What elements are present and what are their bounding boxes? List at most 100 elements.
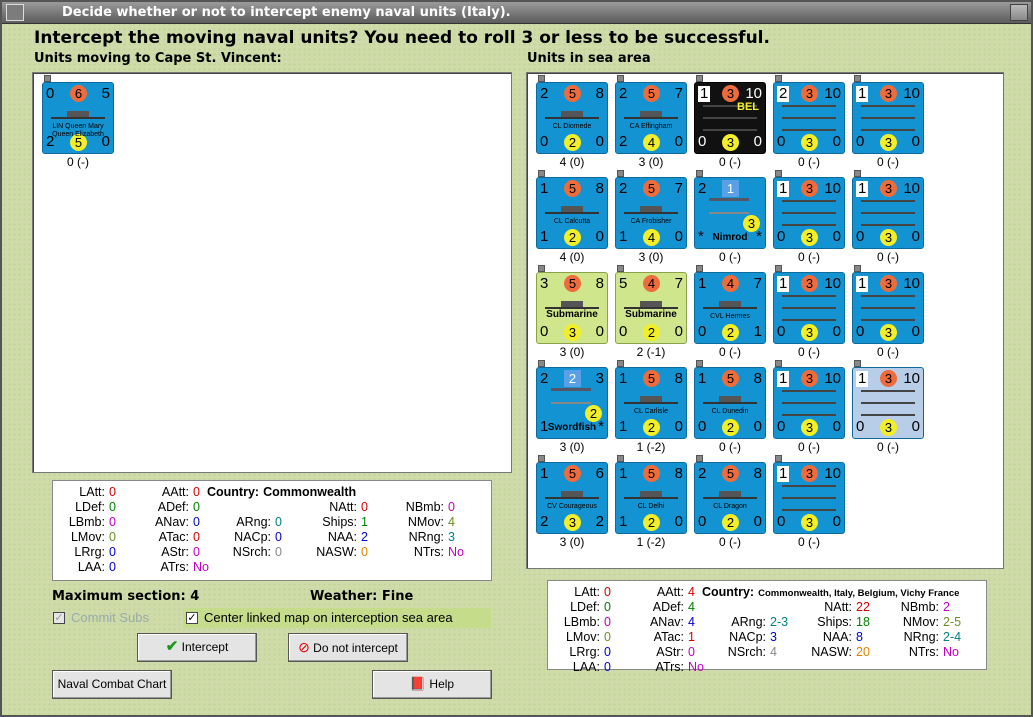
do-not-intercept-button[interactable]: ⊘ Do not intercept	[288, 633, 408, 662]
unit-bottom-left-value: 1	[619, 418, 628, 435]
unit-caption: 3 (0)	[638, 155, 664, 169]
unit-bottom-right-value: 0	[911, 418, 920, 435]
unit-defense-value: 2	[585, 405, 602, 422]
unit-counter[interactable]: 2 8 0 0 5 2 CL Dragon	[694, 462, 766, 534]
unit-caption: 4 (0)	[559, 250, 585, 264]
stat-row: NASW: 20	[806, 645, 870, 659]
stat-value: No	[193, 560, 209, 574]
unit-bottom-left-value: 0	[777, 513, 786, 530]
unit-counter[interactable]: 1 10 0 0 3 3	[773, 367, 845, 439]
stat-value: 0	[604, 660, 611, 674]
ship-silhouette-icon	[782, 222, 836, 226]
unit-counter[interactable]: 1 10 0 0 3 3 BEL	[694, 82, 766, 154]
unit-top-left-value: 2	[698, 465, 707, 482]
unit-attack-value: 3	[801, 275, 818, 292]
unit-counter[interactable]: 1 7 0 1 4 2 CVL Hermes	[694, 272, 766, 344]
unit-counter[interactable]: 1 8 1 0 5 2 CL Carlisle	[615, 367, 687, 439]
unit-counter[interactable]: 2 * * 1 3 Nimrod	[694, 177, 766, 249]
stat-row: AStr: 0	[143, 545, 200, 559]
unit-counter[interactable]: 2 7 2 0 5 4 CA Effingham	[615, 82, 687, 154]
unit-counter[interactable]: 1 8 1 0 5 2 CL Delhi	[615, 462, 687, 534]
unit-bottom-left-value: 0	[777, 228, 786, 245]
stat-value: 20	[856, 645, 870, 659]
naval-combat-chart-button[interactable]: Naval Combat Chart	[52, 670, 172, 699]
unit-top-left-value: 1	[777, 180, 790, 197]
unit-counter[interactable]: 3 8 0 0 5 3 Submarine	[536, 272, 608, 344]
center-map-option[interactable]: ✓ Center linked map on interception sea …	[183, 608, 491, 628]
stat-value: 0	[275, 515, 282, 529]
stat-row: NRng: 3	[398, 530, 455, 544]
stat-label: NAtt:	[824, 600, 852, 614]
unit-top-left-value: 1	[856, 180, 869, 197]
ship-silhouette-icon	[782, 388, 836, 392]
unit-counter[interactable]: 1 10 0 0 3 3	[852, 367, 924, 439]
unit-counter[interactable]: 1 10 0 0 3 3	[852, 272, 924, 344]
unit-marker	[617, 75, 624, 82]
close-icon[interactable]	[1010, 4, 1028, 21]
commit-subs-checkbox[interactable]: ✓	[53, 612, 65, 624]
unit-counter[interactable]: 0 5 2 0 6 5 LIN Queen Mary Queen Elizabeth	[42, 82, 114, 154]
unit-counter[interactable]: 1 10 0 0 3 3	[852, 82, 924, 154]
unit-counter[interactable]: 2 7 1 0 5 4 CA Frobisher	[615, 177, 687, 249]
unit-defense-value: 3	[801, 134, 818, 151]
ship-silhouette-icon	[782, 210, 836, 214]
unit-bottom-right-value: 0	[595, 323, 604, 340]
stat-value: 0	[448, 500, 455, 514]
unit-defense-value: 2	[722, 514, 739, 531]
help-button[interactable]: 📕 Help	[372, 670, 492, 699]
stat-label: LAA:	[77, 560, 105, 574]
unit-name: CA Effingham	[629, 123, 673, 130]
unit-bottom-right-value: 0	[832, 513, 841, 530]
stat-row: NSrch: 4	[720, 645, 777, 659]
unit-top-left-value: 1	[856, 275, 869, 292]
stat-value: 0	[604, 630, 611, 644]
unit-attack-value: 3	[801, 370, 818, 387]
unit-name: LIN Queen Mary Queen Elizabeth	[52, 123, 104, 138]
unit-counter[interactable]: 2 3 1 * 2 2 Swordfish	[536, 367, 608, 439]
moving-units-stats: Country: Commonwealth LAtt: 0 LDef: 0 LBmb: 0 LM…	[52, 480, 492, 581]
unit-counter[interactable]: 1 8 1 0 5 2 CL Calcutta	[536, 177, 608, 249]
window-menu-icon[interactable]	[6, 4, 24, 21]
unit-caption: 0 (-)	[719, 155, 741, 169]
unit-top-right-value: 8	[753, 465, 762, 482]
unit-counter[interactable]: 1 6 2 2 5 3 CV Courageous	[536, 462, 608, 534]
unit-counter[interactable]: 1 10 0 0 3 3	[852, 177, 924, 249]
unit-name: CA Frobisher	[630, 218, 672, 225]
unit-counter[interactable]: 1 10 0 0 3 3	[773, 272, 845, 344]
unit-bottom-left-value: 2	[540, 513, 549, 530]
stat-value: 2	[361, 530, 368, 544]
unit-counter[interactable]: 5 7 0 0 4 2 Submarine	[615, 272, 687, 344]
unit-bottom-right-value: 0	[911, 323, 920, 340]
intercept-button[interactable]: ✔ Intercept	[137, 633, 257, 662]
unit-counter[interactable]: 1 10 0 0 3 3	[773, 462, 845, 534]
ship-silhouette-icon	[861, 388, 915, 392]
unit-attack-value: 5	[722, 370, 739, 387]
unit-counter[interactable]: 2 8 0 0 5 2 CL Diomede	[536, 82, 608, 154]
unit-top-left-value: 2	[698, 180, 707, 197]
stat-row: LBmb: 0	[560, 615, 611, 629]
stat-value: 0	[109, 515, 116, 529]
stat-value: 0	[275, 545, 282, 559]
stat-value: 0	[688, 645, 695, 659]
unit-top-left-value: 5	[619, 275, 628, 292]
unit-defense-value: 3	[880, 134, 897, 151]
ship-silhouette-icon	[782, 317, 836, 321]
unit-counter[interactable]: 2 10 0 0 3 3	[773, 82, 845, 154]
unit-bottom-right-value: 0	[674, 133, 683, 150]
unit-counter[interactable]: 1 8 0 0 5 2 CL Dunedin	[694, 367, 766, 439]
unit-caption: 1 (-2)	[636, 440, 666, 454]
stat-value: 8	[856, 630, 863, 644]
stat-value: No	[943, 645, 959, 659]
sea-units-panel: 2 8 0 0 5 2 CL Diomede 4 (0) 2 7 2 0 5 4 CA Effingham 3…	[526, 72, 1004, 569]
sea-area-label: Units in sea area	[527, 51, 651, 66]
ship-silhouette-icon	[861, 400, 915, 404]
unit-name: CL Delhi	[637, 503, 665, 510]
stat-row: Ships: 18	[806, 615, 870, 629]
stat-label: NMov:	[407, 515, 444, 529]
stat-label: Ships:	[817, 615, 852, 629]
stat-row: AStr: 0	[638, 645, 695, 659]
stat-label: LAtt:	[574, 585, 600, 599]
unit-counter[interactable]: 1 10 0 0 3 3	[773, 177, 845, 249]
center-map-checkbox[interactable]: ✓	[186, 612, 198, 624]
aircraft-icon	[709, 198, 749, 214]
